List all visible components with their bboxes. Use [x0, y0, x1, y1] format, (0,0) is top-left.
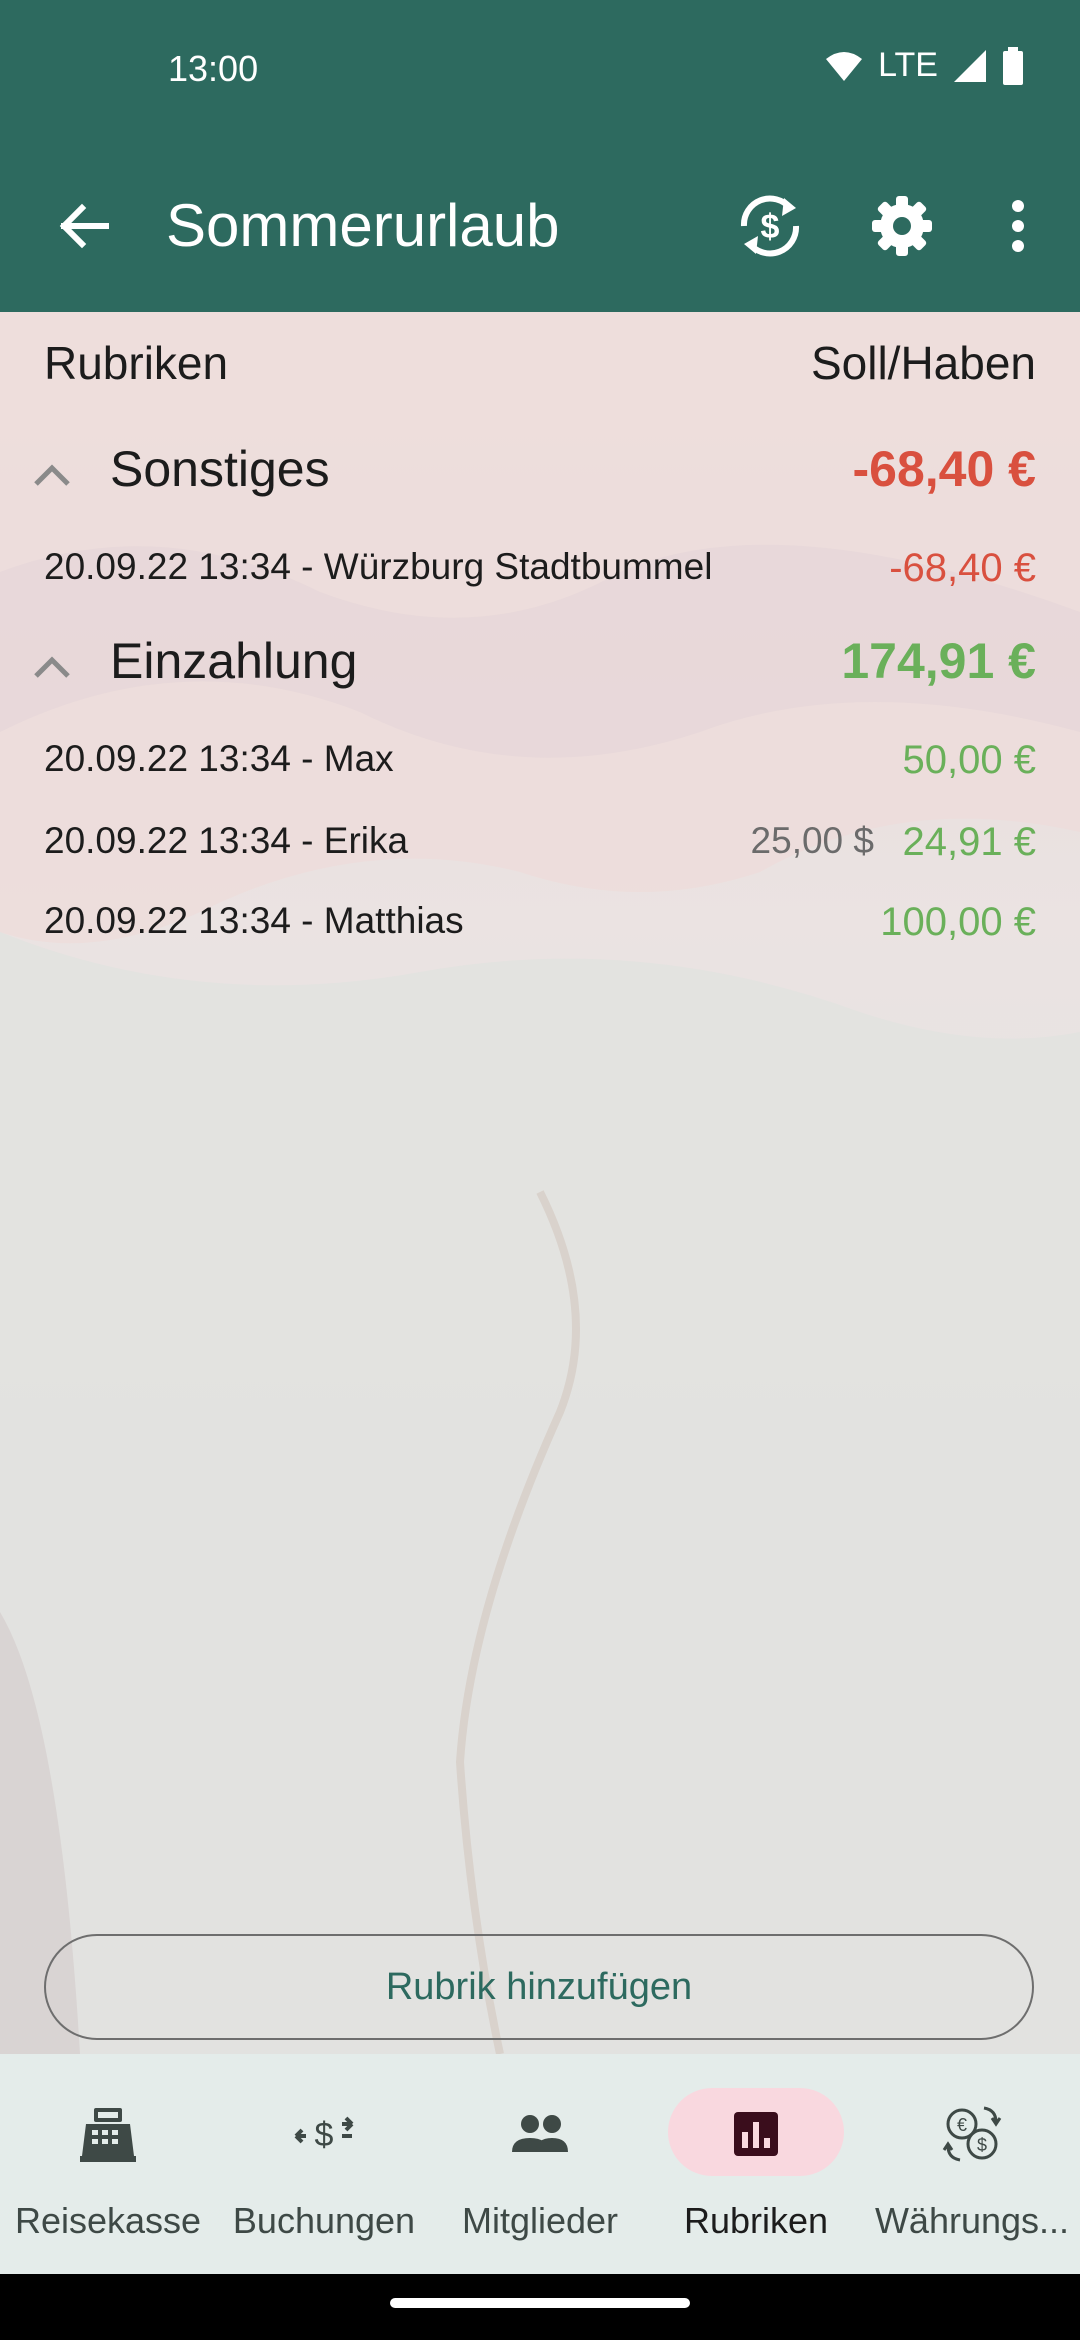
- home-handle[interactable]: [390, 2298, 690, 2308]
- item-amount: 100,00 €: [880, 900, 1036, 944]
- status-time: 13:00: [168, 48, 259, 89]
- item-amount: 24,91 €: [902, 820, 1036, 864]
- nav-label: Mitglieder: [461, 2200, 619, 2241]
- table-header: Rubriken Soll/Haben: [0, 336, 1080, 396]
- bar-chart-icon: [734, 2112, 778, 2156]
- nav-label: Währungs...: [874, 2200, 1070, 2241]
- nav-item-waehrungen[interactable]: € $ Währungs...: [864, 2054, 1080, 2274]
- header-categories: Rubriken: [44, 337, 229, 389]
- header-balance: Soll/Haben: [810, 337, 1036, 389]
- wifi-icon: [826, 51, 863, 81]
- status-icons: LTE: [824, 46, 1024, 85]
- settings-gear-icon[interactable]: [862, 186, 942, 266]
- currency-sync-icon[interactable]: $: [730, 186, 810, 266]
- network-type: LTE: [878, 46, 938, 84]
- group-total: -68,40 €: [852, 441, 1036, 497]
- cash-register-icon: [80, 2108, 136, 2162]
- svg-text:€: €: [957, 2115, 967, 2135]
- item-label: 20.09.22 13:34 - Max: [44, 738, 394, 779]
- item-label: 20.09.22 13:34 - Erika: [44, 820, 409, 861]
- list-item[interactable]: 20.09.22 13:34 - Max 50,00 €: [0, 738, 1080, 788]
- transfer-dollar-icon: $: [294, 2116, 354, 2154]
- add-category-button[interactable]: Rubrik hinzufügen: [44, 1934, 1034, 2040]
- group-header-einzahlung[interactable]: Einzahlung 174,91 €: [0, 632, 1080, 702]
- svg-text:$: $: [761, 208, 780, 246]
- group-people-icon: [512, 2115, 568, 2152]
- item-amount: 50,00 €: [902, 738, 1036, 782]
- battery-icon: [1003, 46, 1023, 85]
- nav-item-reisekasse[interactable]: Reisekasse: [0, 2054, 216, 2274]
- group-name: Sonstiges: [110, 441, 330, 497]
- nav-label: Buchungen: [232, 2200, 416, 2241]
- group-total: 174,91 €: [841, 633, 1036, 689]
- item-amount: -68,40 €: [889, 546, 1036, 590]
- currency-exchange-icon: € $: [942, 2106, 1002, 2162]
- nav-label: Rubriken: [683, 2200, 829, 2241]
- item-label: 20.09.22 13:34 - Matthias: [44, 900, 464, 941]
- gesture-navigation-bar: [0, 2274, 1080, 2340]
- list-item[interactable]: 20.09.22 13:34 - Matthias 100,00 €: [0, 900, 1080, 950]
- page-title: Sommerurlaub: [166, 192, 560, 259]
- list-item[interactable]: 20.09.22 13:34 - Würzburg Stadtbummel -6…: [0, 546, 1080, 596]
- group-header-sonstiges[interactable]: Sonstiges -68,40 €: [0, 440, 1080, 510]
- svg-text:$: $: [315, 2116, 334, 2154]
- chevron-up-icon[interactable]: [30, 454, 74, 498]
- more-vert-icon[interactable]: [978, 186, 1058, 266]
- back-arrow-icon[interactable]: [48, 190, 120, 262]
- nav-item-buchungen[interactable]: $ Buchungen: [216, 2054, 432, 2274]
- signal-icon: [954, 49, 986, 82]
- status-bar: 13:00 LTE: [0, 0, 1080, 140]
- item-foreign-amount: 25,00 $: [750, 820, 874, 861]
- svg-text:$: $: [977, 2135, 987, 2155]
- nav-item-mitglieder[interactable]: Mitglieder: [432, 2054, 648, 2274]
- item-label: 20.09.22 13:34 - Würzburg Stadtbummel: [44, 546, 713, 587]
- nav-label: Reisekasse: [14, 2200, 202, 2241]
- group-name: Einzahlung: [110, 633, 358, 689]
- chevron-up-icon[interactable]: [30, 646, 74, 690]
- nav-item-rubriken[interactable]: Rubriken: [648, 2054, 864, 2274]
- bottom-navigation: Reisekasse $ Buchungen Mitglieder Rubrik…: [0, 2054, 1080, 2274]
- list-item[interactable]: 20.09.22 13:34 - Erika 25,00 $ 24,91 €: [0, 820, 1080, 870]
- app-bar: Sommerurlaub $: [0, 140, 1080, 312]
